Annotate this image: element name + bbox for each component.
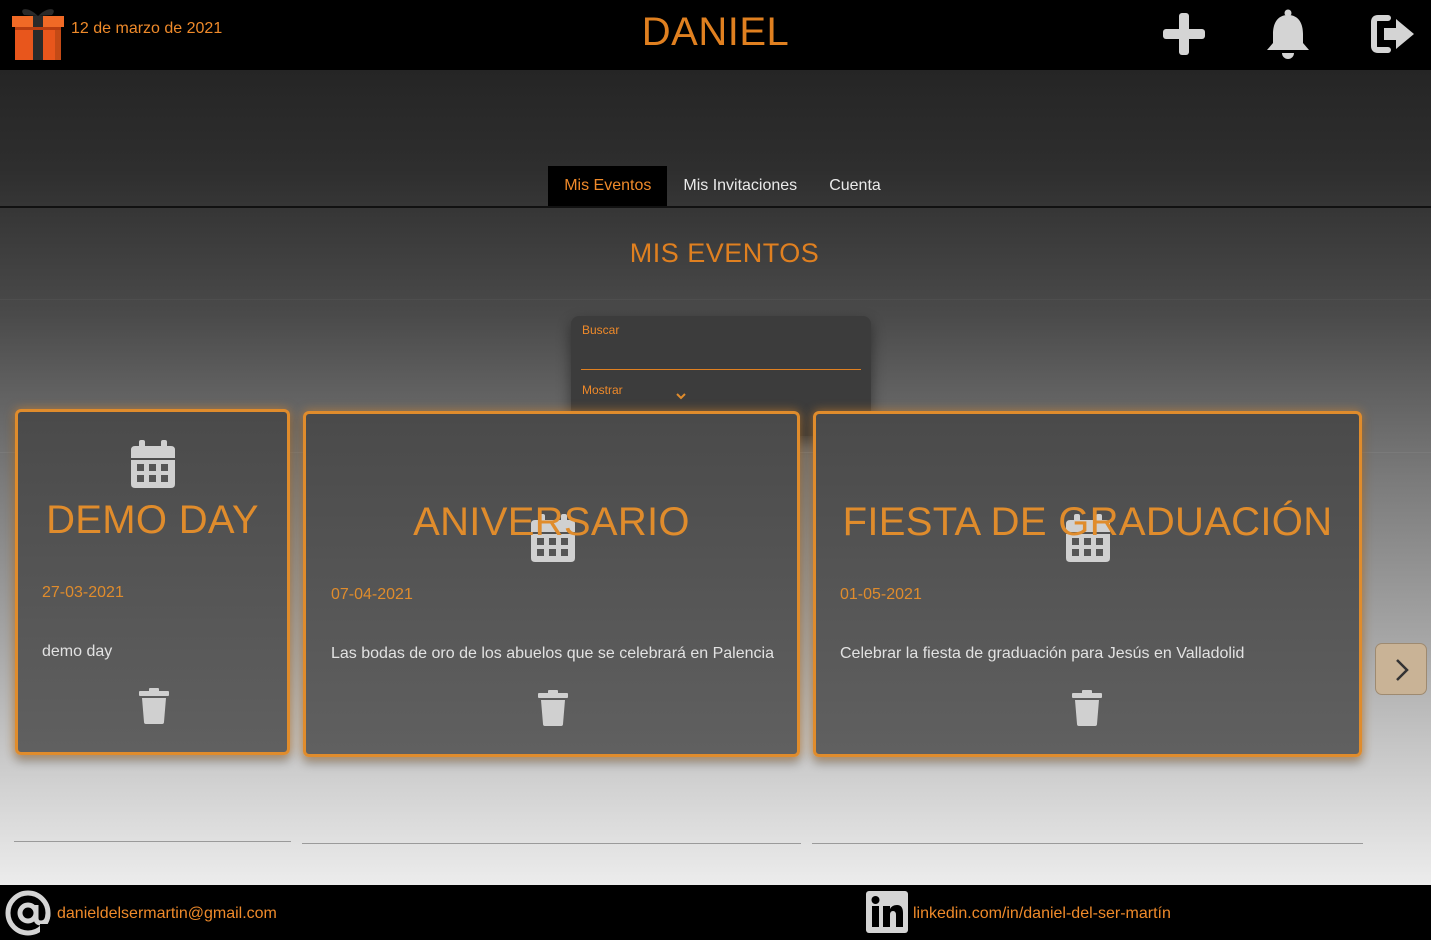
at-icon xyxy=(4,888,52,938)
add-event-button[interactable] xyxy=(1158,8,1210,60)
chevron-down-icon xyxy=(676,393,686,400)
event-title: ANIVERSARIO xyxy=(413,500,690,544)
tab-bar: Mis Eventos Mis Invitaciones Cuenta xyxy=(0,166,1431,208)
tab-mis-invitaciones[interactable]: Mis Invitaciones xyxy=(667,166,813,206)
notifications-button[interactable] xyxy=(1262,8,1314,60)
event-card[interactable]: ANIVERSARIO 07-04-2021 Las bodas de oro … xyxy=(303,411,800,757)
plus-icon xyxy=(1163,13,1205,55)
event-card[interactable]: DEMO DAY 27-03-2021 demo day xyxy=(15,409,290,755)
logout-button[interactable] xyxy=(1368,8,1420,60)
current-date: 12 de marzo de 2021 xyxy=(71,20,223,37)
top-bar: 12 de marzo de 2021 DANIEL xyxy=(0,0,1431,70)
card-underline xyxy=(14,841,291,842)
card-underline xyxy=(812,843,1363,844)
section-title: MIS EVENTOS xyxy=(0,208,1431,300)
linkedin-link[interactable]: linkedin.com/in/daniel-del-ser-martín xyxy=(913,905,1171,923)
event-title: DEMO DAY xyxy=(46,498,259,542)
event-description: Las bodas de oro de los abuelos que se c… xyxy=(331,645,774,662)
trash-icon xyxy=(139,688,169,724)
delete-event-button[interactable] xyxy=(139,688,169,724)
chevron-right-icon xyxy=(1396,659,1409,681)
event-description: demo day xyxy=(42,643,113,660)
search-label: Buscar xyxy=(582,323,620,337)
email-link[interactable]: danieldelsermartin@gmail.com xyxy=(57,905,277,923)
event-date: 01-05-2021 xyxy=(840,586,922,603)
tab-mis-eventos[interactable]: Mis Eventos xyxy=(548,166,668,206)
logout-icon xyxy=(1371,15,1414,53)
delete-event-button[interactable] xyxy=(538,690,568,726)
next-events-button[interactable] xyxy=(1375,643,1427,695)
trash-icon xyxy=(538,690,568,726)
linkedin-icon xyxy=(866,891,908,933)
event-card[interactable]: FIESTA DE GRADUACIÓN 01-05-2021 Celebrar… xyxy=(813,411,1362,757)
event-date: 27-03-2021 xyxy=(42,584,124,601)
footer: danieldelsermartin@gmail.com linkedin.co… xyxy=(0,885,1431,940)
card-underline xyxy=(302,843,801,844)
show-label: Mostrar xyxy=(582,383,623,397)
search-input[interactable] xyxy=(581,342,861,370)
gift-icon xyxy=(10,4,66,62)
bell-icon xyxy=(1267,9,1309,59)
event-title: FIESTA DE GRADUACIÓN xyxy=(842,500,1333,544)
event-date: 07-04-2021 xyxy=(331,586,413,603)
delete-event-button[interactable] xyxy=(1072,690,1102,726)
tab-cuenta[interactable]: Cuenta xyxy=(813,166,897,206)
calendar-icon xyxy=(131,440,175,488)
event-description: Celebrar la fiesta de graduación para Je… xyxy=(840,645,1245,662)
trash-icon xyxy=(1072,690,1102,726)
